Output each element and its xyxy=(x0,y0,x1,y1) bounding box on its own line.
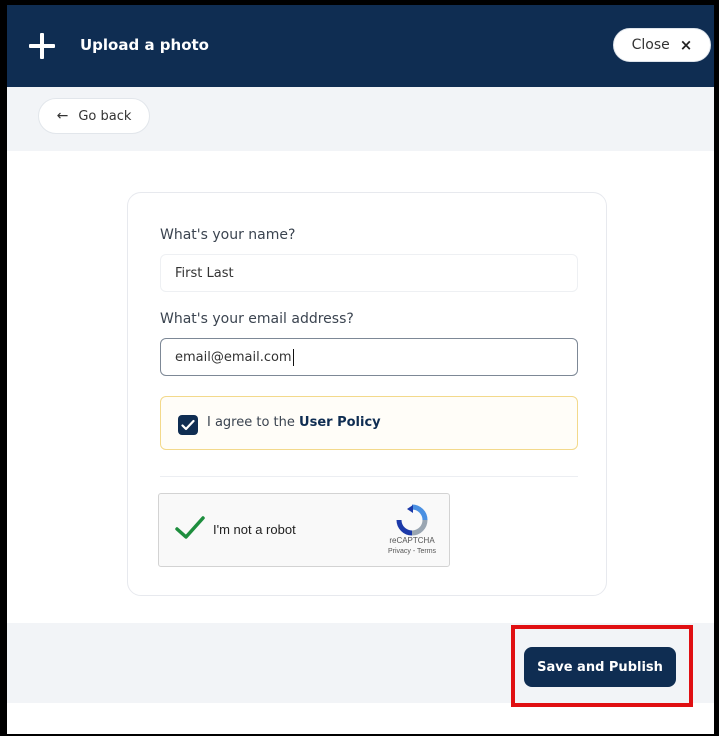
recaptcha-brand: reCAPTCHA xyxy=(389,536,435,545)
go-back-button[interactable]: ← Go back xyxy=(38,98,150,134)
modal-header: Upload a photo Close × xyxy=(7,5,714,87)
plus-icon xyxy=(29,33,55,59)
text-cursor xyxy=(292,348,294,366)
email-label: What's your email address? xyxy=(160,311,354,327)
email-input-value: email@email.com xyxy=(175,349,292,365)
modal-window: Upload a photo Close × ← Go back What's … xyxy=(0,0,719,736)
agree-prefix: I agree to the xyxy=(207,415,295,430)
agree-checkbox[interactable] xyxy=(178,415,198,435)
user-policy-link[interactable]: User Policy xyxy=(299,415,381,430)
recaptcha-label: I'm not a robot xyxy=(213,522,296,537)
divider xyxy=(160,476,578,477)
agree-text: I agree to the User Policy xyxy=(207,415,381,430)
recaptcha-widget: I'm not a robot reCAPTCHA Privacy - Term… xyxy=(158,493,450,567)
close-label: Close xyxy=(631,37,670,53)
recaptcha-privacy-terms[interactable]: Privacy - Terms xyxy=(382,548,442,555)
recaptcha-check-icon[interactable] xyxy=(175,516,205,545)
close-icon: × xyxy=(679,36,693,54)
name-input-value: First Last xyxy=(175,265,234,281)
close-button[interactable]: Close × xyxy=(613,28,711,62)
arrow-left-icon: ← xyxy=(56,108,69,124)
checkmark-icon xyxy=(181,419,195,431)
user-policy-agreement: I agree to the User Policy xyxy=(160,396,578,450)
go-back-label: Go back xyxy=(78,108,132,124)
upload-form-card: What's your name? First Last What's your… xyxy=(127,192,607,596)
highlight-box xyxy=(511,625,693,707)
name-label: What's your name? xyxy=(160,227,296,243)
modal-title: Upload a photo xyxy=(80,36,209,54)
email-input[interactable]: email@email.com xyxy=(160,338,578,376)
name-input[interactable]: First Last xyxy=(160,254,578,292)
